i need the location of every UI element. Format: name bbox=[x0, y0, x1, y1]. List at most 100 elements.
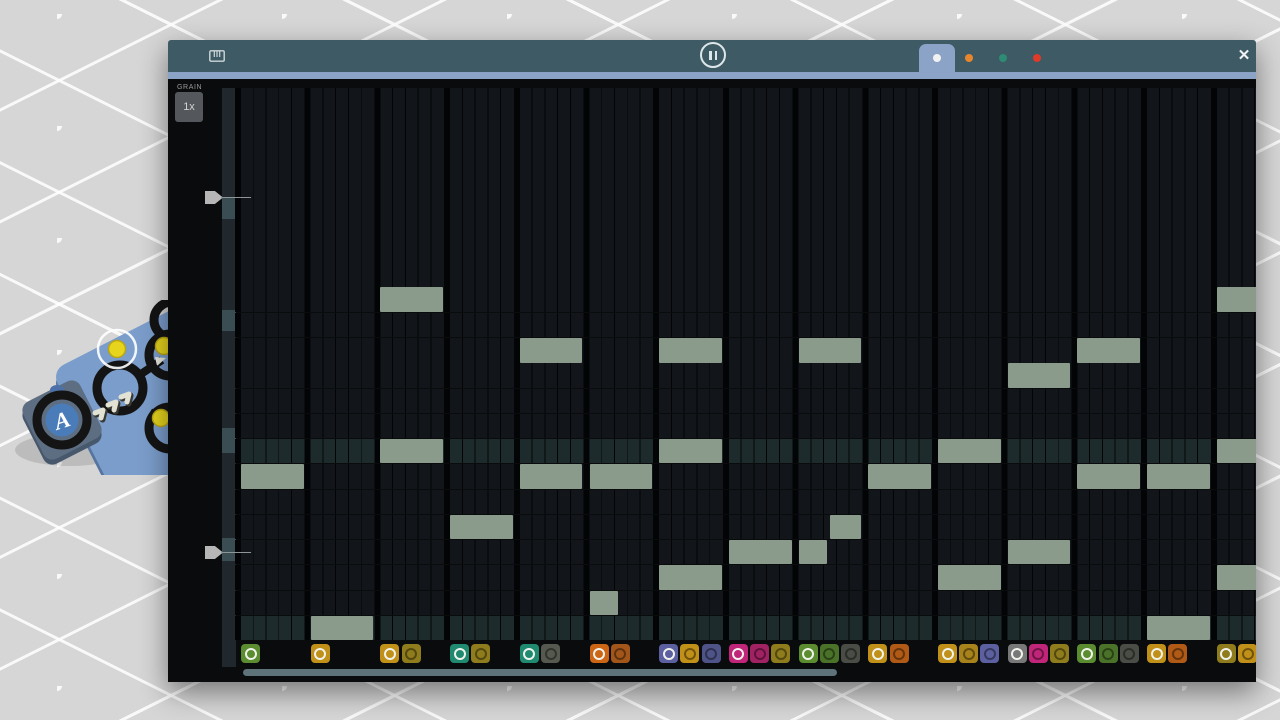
instrument-square[interactable] bbox=[241, 644, 260, 663]
instrument-ring-icon bbox=[705, 648, 717, 660]
horizontal-scrollbar[interactable] bbox=[243, 669, 837, 676]
instrument-square[interactable] bbox=[702, 644, 721, 663]
note-block[interactable] bbox=[1077, 338, 1140, 362]
note-block[interactable] bbox=[520, 338, 583, 362]
grid-row[interactable] bbox=[235, 616, 1256, 640]
tab-dot-orange[interactable] bbox=[965, 54, 973, 62]
instrument-ring-icon bbox=[984, 648, 996, 660]
tab-dot-white[interactable] bbox=[933, 54, 941, 62]
note-block[interactable] bbox=[450, 515, 513, 539]
instrument-square[interactable] bbox=[380, 644, 399, 663]
note-block[interactable] bbox=[1008, 363, 1071, 387]
instrument-square[interactable] bbox=[402, 644, 421, 663]
instrument-square[interactable] bbox=[311, 644, 330, 663]
instrument-square[interactable] bbox=[959, 644, 978, 663]
tab-dot-red[interactable] bbox=[1033, 54, 1041, 62]
instrument-ring-icon bbox=[593, 648, 605, 660]
instrument-square[interactable] bbox=[890, 644, 909, 663]
instrument-square[interactable] bbox=[868, 644, 887, 663]
grid-row[interactable] bbox=[235, 414, 1256, 438]
note-block[interactable] bbox=[1217, 287, 1256, 312]
grid-tall-region[interactable] bbox=[235, 88, 1256, 312]
instrument-square[interactable] bbox=[450, 644, 469, 663]
instrument-square[interactable] bbox=[541, 644, 560, 663]
note-block[interactable] bbox=[729, 540, 792, 564]
pause-icon bbox=[715, 51, 718, 60]
instrument-square[interactable] bbox=[938, 644, 957, 663]
instrument-square[interactable] bbox=[659, 644, 678, 663]
instrument-square[interactable] bbox=[820, 644, 839, 663]
yellow-ball[interactable] bbox=[109, 341, 126, 358]
note-block[interactable] bbox=[830, 515, 861, 539]
note-block[interactable] bbox=[868, 464, 931, 488]
note-block[interactable] bbox=[799, 338, 862, 362]
note-grid[interactable] bbox=[235, 88, 1256, 669]
note-block[interactable] bbox=[938, 565, 1001, 589]
instrument-ring-icon bbox=[405, 648, 417, 660]
instrument-ring-icon bbox=[893, 648, 905, 660]
instrument-square[interactable] bbox=[750, 644, 769, 663]
note-block[interactable] bbox=[659, 565, 722, 589]
note-block[interactable] bbox=[1217, 565, 1256, 589]
grid-row[interactable] bbox=[235, 389, 1256, 413]
note-block[interactable] bbox=[311, 616, 374, 640]
instrument-ring-icon bbox=[775, 648, 787, 660]
instrument-square[interactable] bbox=[771, 644, 790, 663]
instrument-square[interactable] bbox=[1077, 644, 1096, 663]
note-block[interactable] bbox=[1147, 464, 1210, 488]
instrument-square[interactable] bbox=[1217, 644, 1236, 663]
game-node-graph[interactable]: A bbox=[0, 300, 190, 475]
note-block[interactable] bbox=[659, 338, 722, 362]
yellow-ball[interactable] bbox=[153, 410, 170, 427]
note-block[interactable] bbox=[380, 287, 443, 312]
instrument-ring-icon bbox=[823, 648, 835, 660]
note-block[interactable] bbox=[659, 439, 722, 463]
instrument-square[interactable] bbox=[1099, 644, 1118, 663]
grid-row[interactable] bbox=[235, 591, 1256, 615]
note-block[interactable] bbox=[1008, 540, 1071, 564]
instrument-square[interactable] bbox=[590, 644, 609, 663]
instrument-square[interactable] bbox=[1120, 644, 1139, 663]
window-header: ✕ bbox=[168, 40, 1256, 79]
close-button[interactable]: ✕ bbox=[1232, 44, 1256, 68]
note-block[interactable] bbox=[938, 439, 1001, 463]
instrument-square[interactable] bbox=[1050, 644, 1069, 663]
tab-dot-teal[interactable] bbox=[999, 54, 1007, 62]
grid-row[interactable] bbox=[235, 565, 1256, 589]
note-block[interactable] bbox=[1077, 464, 1140, 488]
note-block[interactable] bbox=[380, 439, 443, 463]
instrument-square[interactable] bbox=[611, 644, 630, 663]
note-block[interactable] bbox=[799, 540, 827, 564]
note-block[interactable] bbox=[590, 464, 653, 488]
grid-row[interactable] bbox=[235, 490, 1256, 514]
note-block[interactable] bbox=[590, 591, 618, 615]
instrument-ring-icon bbox=[1011, 648, 1023, 660]
instrument-square[interactable] bbox=[520, 644, 539, 663]
note-block[interactable] bbox=[520, 464, 583, 488]
instrument-square[interactable] bbox=[729, 644, 748, 663]
grid-row[interactable] bbox=[235, 363, 1256, 387]
instrument-square[interactable] bbox=[680, 644, 699, 663]
instrument-square[interactable] bbox=[799, 644, 818, 663]
instrument-square[interactable] bbox=[471, 644, 490, 663]
instrument-square[interactable] bbox=[1029, 644, 1048, 663]
instrument-square[interactable] bbox=[1008, 644, 1027, 663]
instrument-square[interactable] bbox=[841, 644, 860, 663]
instrument-square[interactable] bbox=[1238, 644, 1256, 663]
piano-icon[interactable] bbox=[209, 50, 225, 62]
instrument-square[interactable] bbox=[1168, 644, 1187, 663]
grid-row[interactable] bbox=[235, 313, 1256, 337]
note-block[interactable] bbox=[1217, 439, 1256, 463]
note-block[interactable] bbox=[241, 464, 304, 488]
pause-icon bbox=[709, 51, 712, 60]
instrument-ring-icon bbox=[802, 648, 814, 660]
instrument-ring-icon bbox=[1102, 648, 1114, 660]
vertical-range-track[interactable] bbox=[222, 88, 236, 667]
pause-button[interactable] bbox=[700, 42, 726, 68]
grid-row[interactable] bbox=[235, 515, 1256, 539]
rate-button[interactable]: 1x bbox=[175, 92, 203, 122]
instrument-square[interactable] bbox=[1147, 644, 1166, 663]
instrument-ring-icon bbox=[475, 648, 487, 660]
note-block[interactable] bbox=[1147, 616, 1210, 640]
instrument-square[interactable] bbox=[980, 644, 999, 663]
